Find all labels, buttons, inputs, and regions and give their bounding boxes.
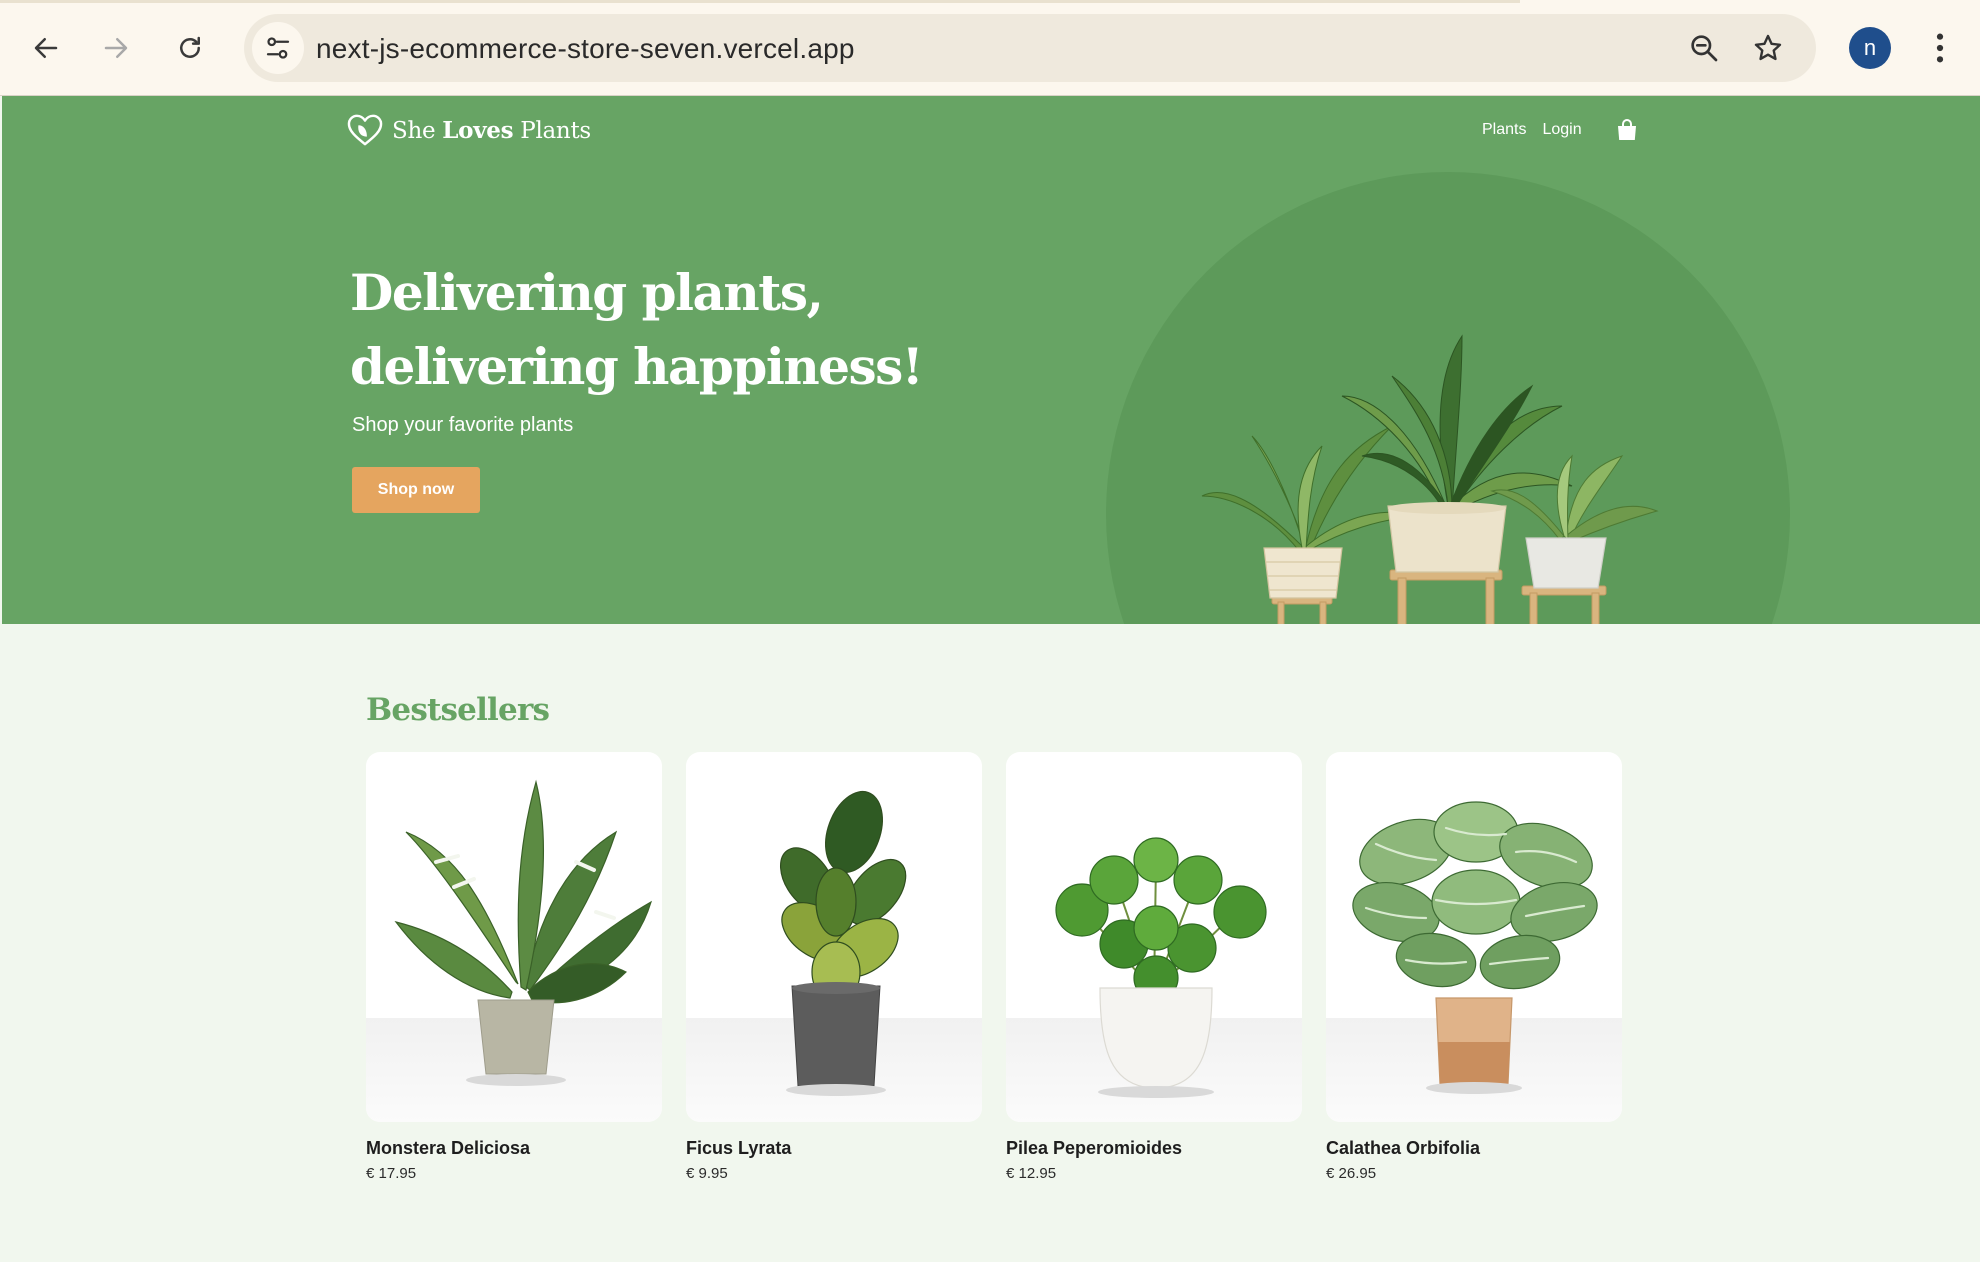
product-price: € 12.95 <box>1006 1165 1057 1182</box>
logo-word-she: She <box>392 117 436 144</box>
forward-button[interactable] <box>94 26 138 70</box>
url-text[interactable]: next-js-ecommerce-store-seven.vercel.app <box>316 33 855 65</box>
hero-title: Delivering plants, delivering happiness! <box>350 256 1050 404</box>
product-price: € 9.95 <box>686 1165 728 1182</box>
product-name[interactable]: Ficus Lyrata <box>686 1138 982 1159</box>
shopping-bag-icon[interactable] <box>1616 118 1638 142</box>
site-logo[interactable]: She Loves Plants <box>346 110 591 150</box>
nav-link-plants[interactable]: Plants <box>1482 121 1526 139</box>
nav-link-login[interactable]: Login <box>1542 121 1581 139</box>
product-image[interactable] <box>1326 752 1622 1122</box>
hero-plants-image <box>1201 334 1659 624</box>
browser-menu-button[interactable] <box>1922 26 1958 70</box>
product-card-calathea-orbifolia[interactable]: Calathea Orbifolia € 26.95 <box>1326 752 1622 1182</box>
hero-title-line-1: Delivering plants, <box>350 263 824 322</box>
back-button[interactable] <box>24 26 68 70</box>
profile-avatar[interactable]: n <box>1849 27 1891 69</box>
product-card-ficus-lyrata[interactable]: Ficus Lyrata € 9.95 <box>686 752 982 1182</box>
ficus-plant-image <box>779 790 907 1096</box>
product-price: € 26.95 <box>1326 1165 1377 1182</box>
web-page: She Loves Plants Plants Login Delivering… <box>2 96 1980 1262</box>
product-price: € 17.95 <box>366 1165 417 1182</box>
bestsellers-title: Bestsellers <box>366 692 550 728</box>
product-name[interactable]: Monstera Deliciosa <box>366 1138 662 1159</box>
logo-word-loves: Loves <box>442 116 514 144</box>
profile-initial: n <box>1863 35 1877 60</box>
logo-text: She Loves Plants <box>392 117 591 144</box>
arrow-right-icon <box>104 38 128 58</box>
product-name[interactable]: Pilea Peperomioides <box>1006 1138 1302 1159</box>
address-bar[interactable]: next-js-ecommerce-store-seven.vercel.app <box>244 14 1816 82</box>
product-name[interactable]: Calathea Orbifolia <box>1326 1138 1622 1159</box>
product-card-monstera-deliciosa[interactable]: Monstera Deliciosa € 17.95 <box>366 752 662 1182</box>
product-card-pilea-peperomioides[interactable]: Pilea Peperomioides € 12.95 <box>1006 752 1302 1182</box>
product-image[interactable] <box>686 752 982 1122</box>
logo-word-plants: Plants <box>520 117 591 144</box>
heart-leaf-icon <box>347 114 383 146</box>
kebab-menu-icon <box>1936 33 1944 63</box>
hero-section: She Loves Plants Plants Login Delivering… <box>2 96 1980 624</box>
product-image[interactable] <box>1006 752 1302 1122</box>
zoom-button[interactable] <box>1684 28 1724 68</box>
product-image[interactable] <box>366 752 662 1122</box>
star-icon <box>1754 34 1782 61</box>
site-info-button[interactable] <box>252 22 304 74</box>
hero-subtitle: Shop your favorite plants <box>352 414 574 436</box>
pilea-plant-image <box>1055 837 1267 1098</box>
reload-icon <box>180 36 200 58</box>
tab-strip-edge <box>0 0 1520 3</box>
reload-button[interactable] <box>168 26 212 70</box>
tune-icon <box>266 37 290 59</box>
browser-toolbar: next-js-ecommerce-store-seven.vercel.app… <box>0 0 1980 96</box>
monstera-plant-image <box>394 779 653 1086</box>
bookmark-button[interactable] <box>1748 28 1788 68</box>
main-navigation: Plants Login <box>1482 118 1638 142</box>
zoom-out-icon <box>1691 35 1718 62</box>
arrow-left-icon <box>34 38 58 58</box>
shop-now-button[interactable]: Shop now <box>352 467 480 513</box>
hero-title-line-2: delivering happiness! <box>350 337 924 396</box>
calathea-plant-image <box>1352 801 1598 1094</box>
